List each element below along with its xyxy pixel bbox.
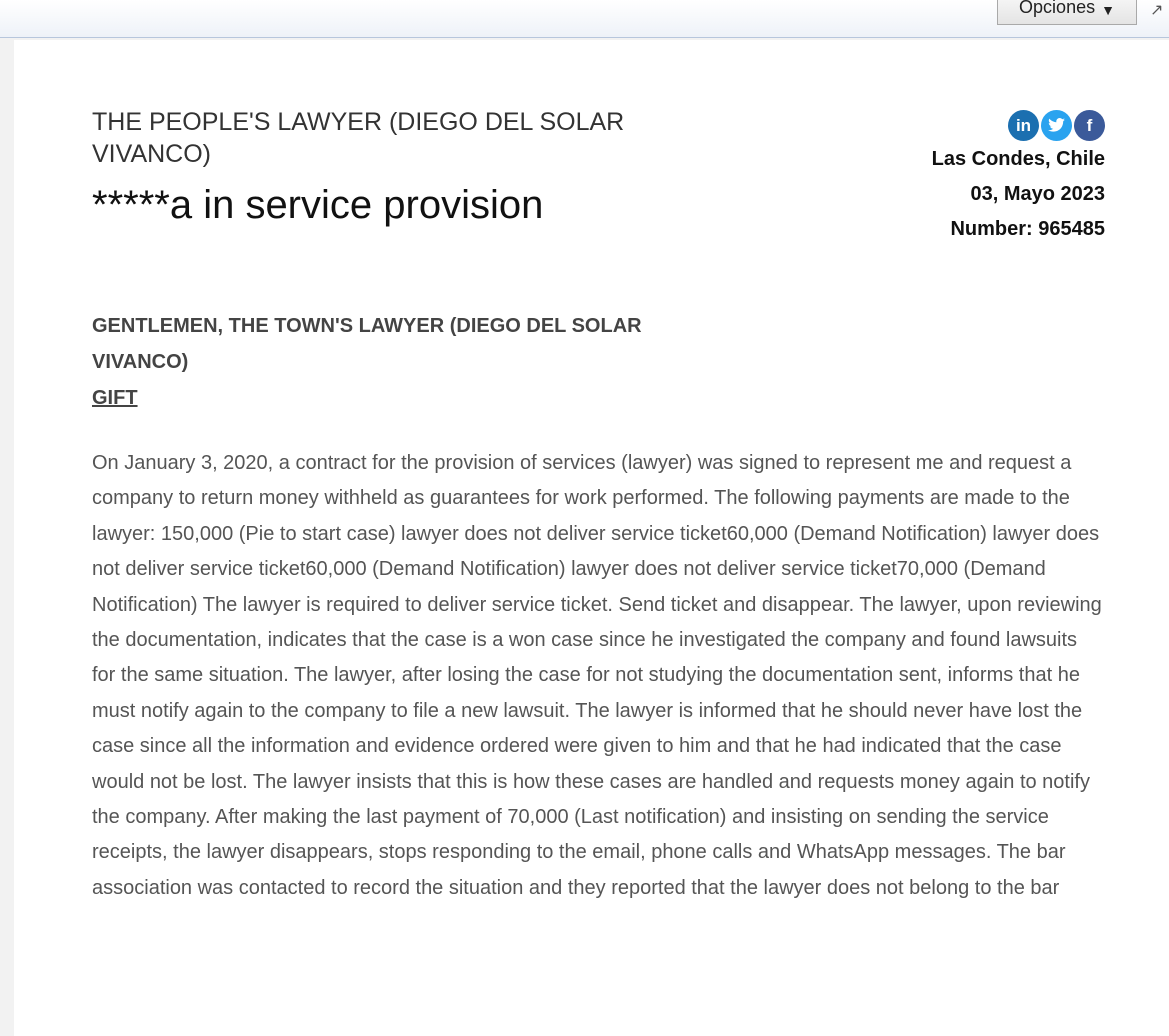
- chevron-down-icon: ▼: [1101, 2, 1115, 18]
- complaint-title: *****a in service provision: [92, 183, 544, 227]
- options-dropdown-button[interactable]: Opciones ▼: [997, 0, 1137, 25]
- complaint-header: THE PEOPLE'S LAWYER (DIEGO DEL SOLAR VIV…: [92, 106, 692, 230]
- complaint-page: THE PEOPLE'S LAWYER (DIEGO DEL SOLAR VIV…: [14, 40, 1169, 1036]
- social-share-bar: in f: [932, 108, 1105, 142]
- complainant-name: THE PEOPLE'S LAWYER (DIEGO DEL SOLAR VIV…: [92, 108, 625, 168]
- options-label: Opciones: [1019, 0, 1096, 17]
- linkedin-icon[interactable]: in: [1008, 109, 1039, 141]
- recipient-link[interactable]: GIFT: [92, 387, 138, 409]
- complaint-date: 03, Mayo 2023: [970, 183, 1105, 205]
- recipient-line: GENTLEMEN, THE TOWN'S LAWYER (DIEGO DEL …: [92, 315, 642, 373]
- complaint-number: Number: 965485: [950, 218, 1105, 240]
- recipient-block: GENTLEMEN, THE TOWN'S LAWYER (DIEGO DEL …: [92, 308, 692, 416]
- complaint-location: Las Condes, Chile: [931, 148, 1105, 170]
- top-toolbar: Opciones ▼ ↗: [0, 0, 1169, 38]
- facebook-icon[interactable]: f: [1074, 109, 1105, 141]
- twitter-icon[interactable]: [1041, 109, 1072, 141]
- complaint-body: On January 3, 2020, a contract for the p…: [92, 452, 1102, 899]
- expand-icon[interactable]: ↗: [1150, 0, 1169, 22]
- complaint-meta: in f Las Condes, Chile 03, Mayo 2023 Num…: [932, 108, 1105, 247]
